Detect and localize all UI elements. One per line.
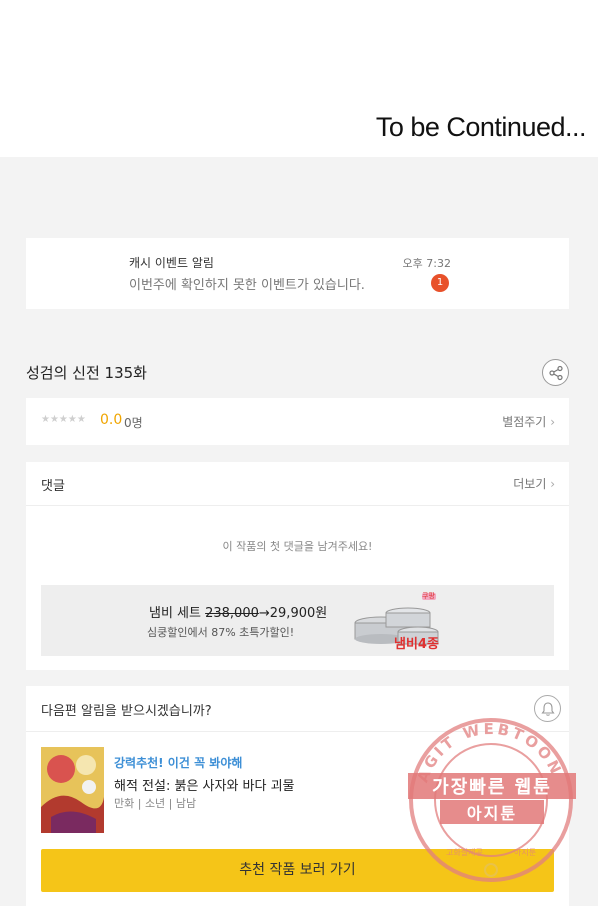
recommended-thumbnail[interactable]	[41, 747, 104, 833]
watermark-sub-left: 고화질제공	[446, 848, 483, 857]
notice-title: 캐시 이벤트 알림	[129, 256, 214, 270]
notice-time: 오후 7:32	[402, 257, 451, 270]
comments-empty-message: 이 작품의 첫 댓글을 남겨주세요!	[222, 540, 373, 553]
comments-title: 댓글	[41, 479, 65, 494]
cash-event-notice[interactable]: 캐시 이벤트 알림 이번주에 확인하지 못한 이벤트가 있습니다. 오후 7:3…	[26, 238, 569, 309]
to-be-continued-text: To be Continued...	[375, 112, 587, 142]
comments-header: 댓글 더보기 ›	[26, 462, 569, 506]
watermark-sub-right: 아지툰	[514, 847, 536, 857]
rating-score: 0.0	[100, 412, 123, 428]
share-button[interactable]	[542, 359, 569, 386]
comments-card: 댓글 더보기 › 이 작품의 첫 댓글을 남겨주세요! 냄비 세트 238,00…	[26, 462, 569, 670]
share-icon	[549, 365, 563, 381]
recommend-label: 강력추천! 이건 꼭 봐야해	[114, 756, 243, 770]
episode-title: 성검의 신전 135화	[26, 364, 147, 382]
ad-title: 냄비 세트 238,000→29,900원	[149, 606, 328, 621]
recommended-cover-image	[41, 747, 104, 833]
ad-tag: 냄비4종	[394, 637, 439, 652]
rating-count: 0명	[124, 416, 143, 430]
rating-card: ★★★★★ 0.0 0명 별점주기 ›	[26, 398, 569, 445]
ad-badge: 쿠팡	[422, 592, 435, 600]
recommended-title[interactable]: 해적 전설: 붉은 사자와 바다 괴물	[114, 775, 295, 794]
chevron-right-icon: ›	[550, 415, 555, 429]
recommended-genre: 만화 | 소년 | 남남	[114, 797, 197, 810]
notice-message: 이번주에 확인하지 못한 이벤트가 있습니다.	[129, 278, 365, 293]
ad-banner[interactable]: 냄비 세트 238,000→29,900원 심쿵할인에서 87% 초특가할인! …	[41, 585, 554, 656]
rate-button[interactable]: 별점주기 ›	[502, 413, 555, 430]
watermark-line2: 아지툰	[440, 800, 544, 824]
rating-stars: ★★★★★	[41, 414, 86, 425]
comments-more-button[interactable]: 더보기 ›	[513, 475, 555, 492]
chevron-right-icon: ›	[550, 477, 555, 491]
next-alert-question: 다음편 알림을 받으시겠습니까?	[41, 704, 212, 719]
ad-subtitle: 심쿵할인에서 87% 초특가할인!	[147, 626, 295, 639]
episode-end-banner: To be Continued...	[0, 0, 598, 157]
notice-count-badge: 1	[431, 274, 449, 292]
watermark-line1: 가장빠른 웹툰	[408, 773, 576, 799]
